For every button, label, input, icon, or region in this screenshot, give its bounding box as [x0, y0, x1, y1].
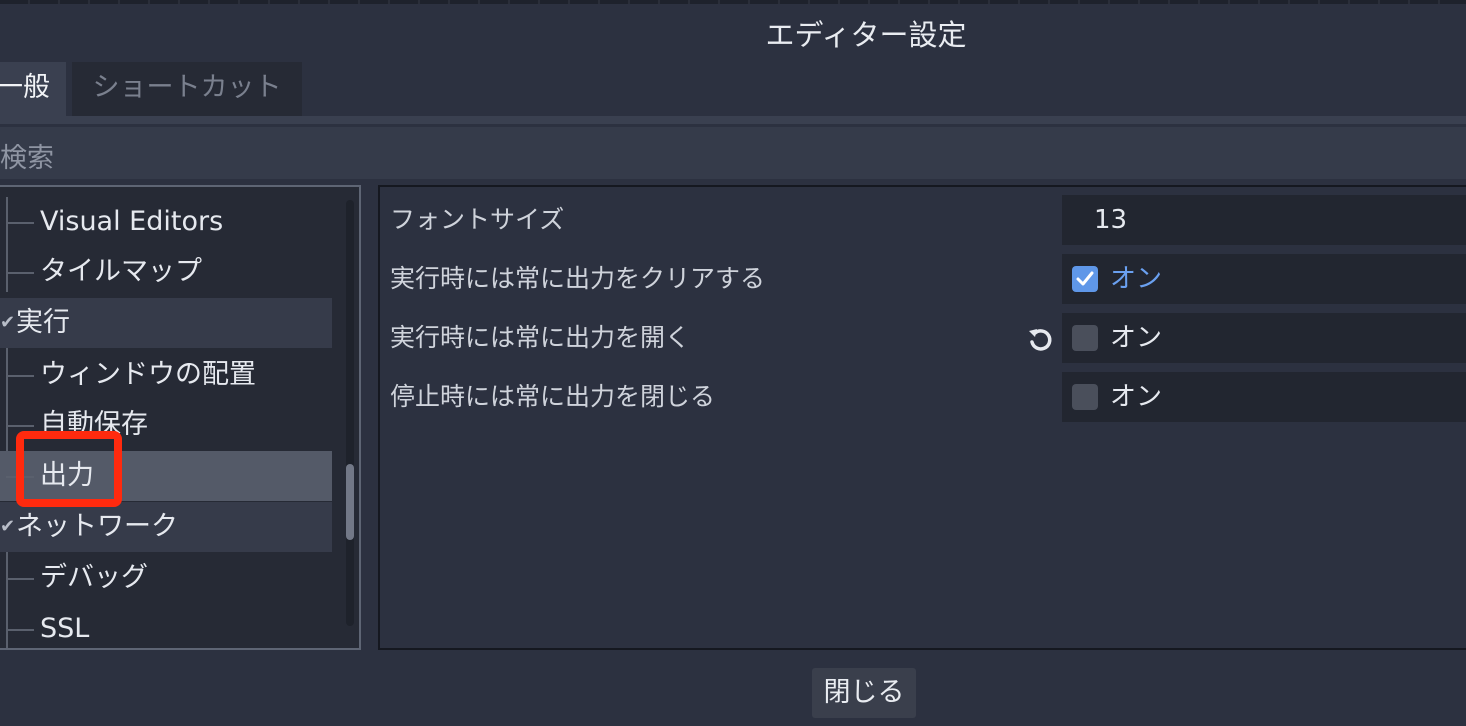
font-size-value: 13: [1094, 205, 1128, 235]
highlight-box: [16, 431, 122, 507]
tree-item-label: ウィンドウの配置: [40, 359, 256, 390]
tree-item-label: タイルマップ: [40, 256, 202, 287]
tree-item-label: Visual Editors: [40, 206, 224, 237]
property-font-size: フォントサイズ 13: [380, 192, 1466, 248]
tree-item-window-placement[interactable]: ウィンドウの配置: [0, 350, 332, 400]
tree-item-visual-editors[interactable]: Visual Editors: [0, 197, 332, 247]
tab-underline: [0, 116, 1466, 124]
property-open-output-on-run: 実行時には常に出力を開く オン: [380, 310, 1466, 366]
window-title: エディター設定: [765, 18, 967, 52]
property-close-output-on-stop: 停止時には常に出力を閉じる オン: [380, 369, 1466, 425]
tab-general[interactable]: 一般: [0, 62, 66, 116]
tree-connector: [6, 272, 34, 274]
tree-connector: [6, 425, 34, 427]
tree-item-debug[interactable]: デバッグ: [0, 553, 332, 603]
tree-connector: [6, 375, 34, 377]
revert-icon[interactable]: [1026, 325, 1054, 353]
checkbox-checked-icon[interactable]: [1072, 266, 1098, 292]
window-top-strip: [0, 0, 1466, 4]
tree-connector: [6, 629, 34, 631]
checkbox-label: オン: [1110, 382, 1163, 412]
tree-connector: [6, 578, 34, 580]
property-name: 実行時には常に出力を開く: [390, 323, 691, 352]
settings-panel: フォントサイズ 13 実行時には常に出力をクリアする オン 実行時には常に出力を…: [378, 185, 1466, 650]
property-clear-output-on-run: 実行時には常に出力をクリアする オン: [380, 251, 1466, 307]
tree-item-label: ネットワーク: [16, 511, 178, 542]
close-button[interactable]: 閉じる: [812, 668, 916, 718]
tree-connector: [6, 222, 34, 224]
chevron-down-icon: ✔: [0, 312, 16, 333]
search-input[interactable]: 検索: [0, 127, 1466, 179]
tree-item-ssl[interactable]: SSL: [0, 604, 332, 648]
property-name: 実行時には常に出力をクリアする: [390, 264, 766, 293]
tree-item-tilemap[interactable]: タイルマップ: [0, 247, 332, 297]
tree-category-run[interactable]: ✔ 実行: [0, 298, 332, 348]
tree-scrollbar[interactable]: [346, 200, 354, 626]
font-size-field[interactable]: 13: [1062, 195, 1466, 245]
tree-item-label: 実行: [16, 307, 70, 338]
settings-tree: Visual Editors タイルマップ ✔ 実行 ウィンドウの配置 自動保存…: [0, 185, 361, 650]
clear-output-toggle[interactable]: オン: [1062, 254, 1466, 304]
checkbox-label: オン: [1110, 323, 1163, 353]
search-placeholder: 検索: [0, 143, 54, 174]
checkbox-label: オン: [1110, 264, 1163, 294]
checkbox-unchecked-icon[interactable]: [1072, 384, 1098, 410]
open-output-toggle[interactable]: オン: [1062, 313, 1466, 363]
tree-category-network[interactable]: ✔ ネットワーク: [0, 502, 332, 552]
close-output-toggle[interactable]: オン: [1062, 372, 1466, 422]
checkbox-unchecked-icon[interactable]: [1072, 325, 1098, 351]
tree-item-label: デバッグ: [40, 562, 148, 593]
tree-scrollbar-thumb[interactable]: [346, 464, 354, 540]
property-name: フォントサイズ: [390, 205, 565, 234]
property-name: 停止時には常に出力を閉じる: [390, 382, 716, 411]
tree-item-label: SSL: [40, 613, 90, 644]
chevron-down-icon: ✔: [0, 516, 16, 537]
tab-shortcuts[interactable]: ショートカット: [72, 62, 302, 116]
